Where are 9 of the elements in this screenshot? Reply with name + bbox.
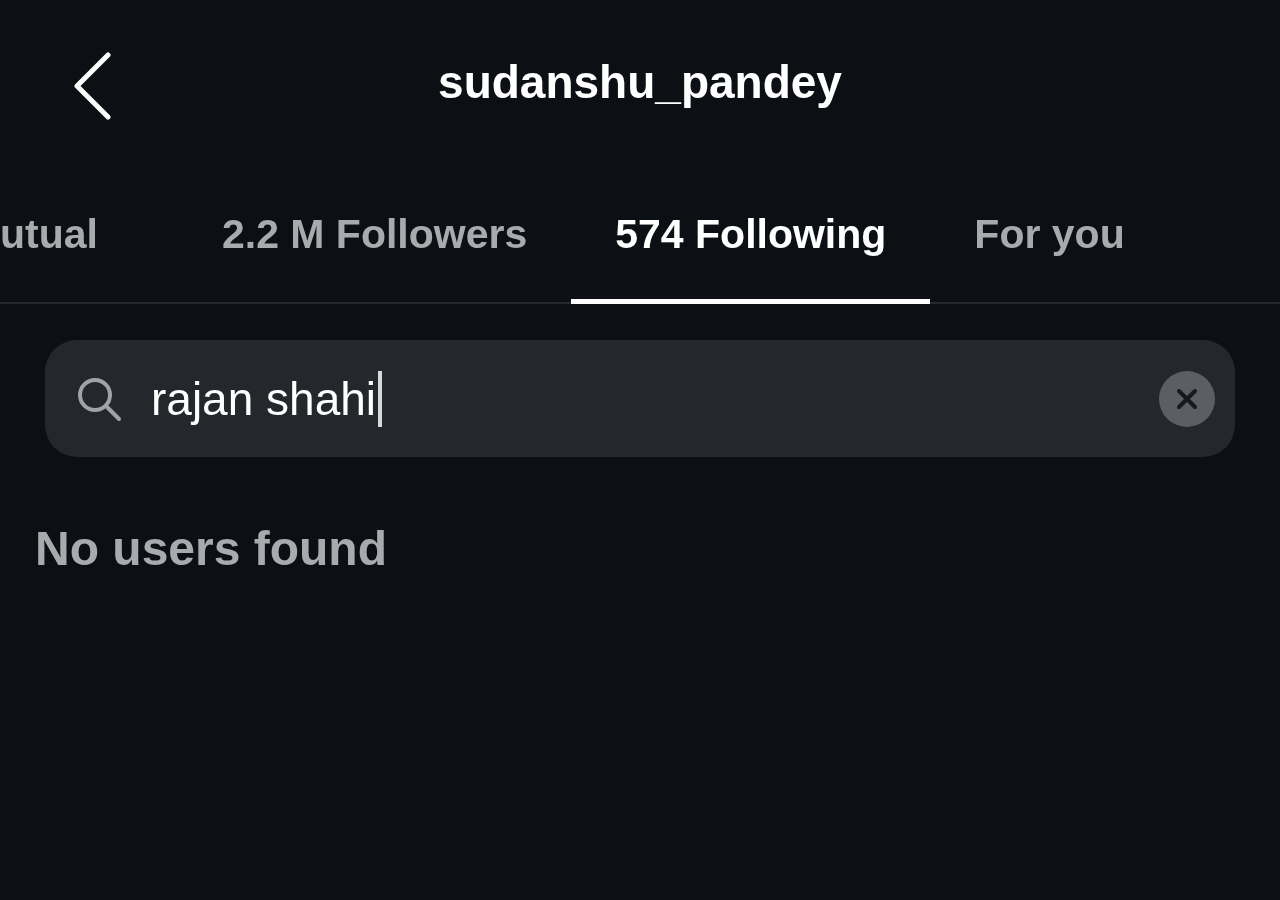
tab[interactable]: 2.2 M Followers: [177, 170, 572, 304]
search-field[interactable]: rajan shahi: [45, 340, 1235, 457]
close-icon: [1175, 386, 1199, 411]
back-icon[interactable]: [72, 52, 112, 120]
tab[interactable]: utual: [0, 170, 178, 304]
tab[interactable]: For you: [930, 170, 1169, 304]
empty-message: No users found: [35, 521, 388, 576]
tab[interactable]: 574 Following: [571, 170, 931, 304]
profile-username: sudanshu_pandey: [438, 55, 842, 109]
